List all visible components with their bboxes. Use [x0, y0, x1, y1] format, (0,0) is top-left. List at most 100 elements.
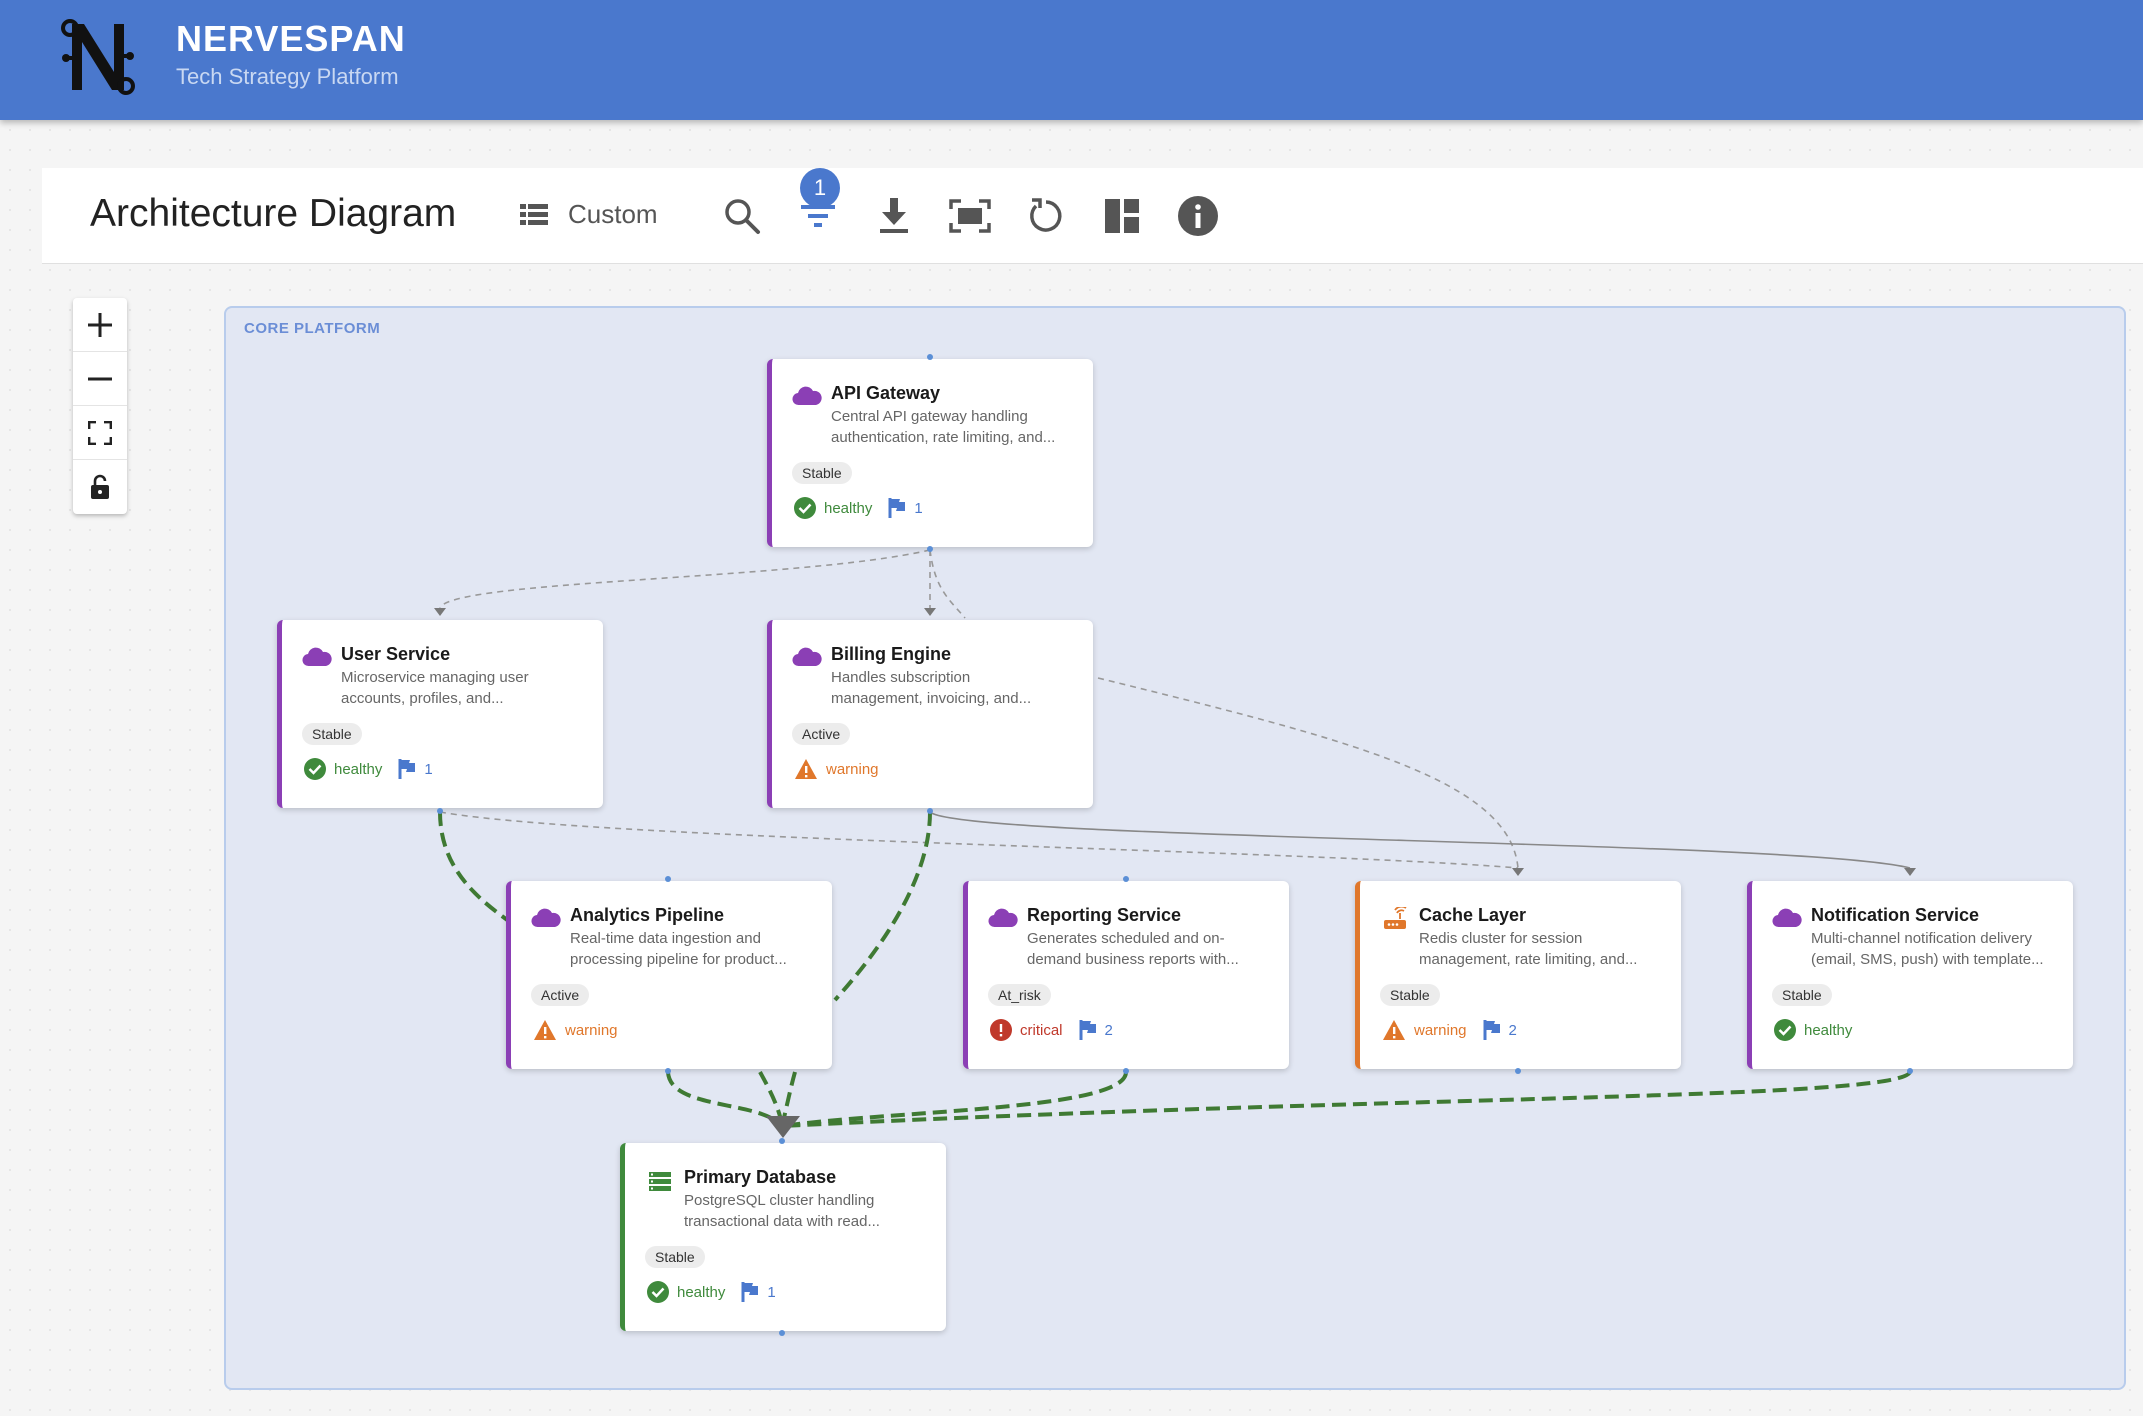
flag-count[interactable]: 1 — [398, 759, 433, 779]
cloud-icon — [792, 647, 822, 667]
node-desc-line: demand business reports with... — [1027, 951, 1239, 968]
download-button[interactable] — [868, 190, 920, 242]
flag-icon — [888, 498, 906, 518]
search-button[interactable] — [716, 190, 768, 242]
flag-count-value: 2 — [1104, 1021, 1113, 1039]
fit-view-button[interactable] — [73, 406, 127, 460]
status-label: warning — [826, 760, 879, 778]
fullscreen-icon — [88, 420, 112, 445]
node-desc-line: Generates scheduled and on- — [1027, 930, 1225, 947]
node-user-service[interactable]: User Service Microservice managing user … — [277, 620, 603, 808]
node-desc-line: transactional data with read... — [684, 1213, 880, 1230]
node-notification-service[interactable]: Notification Service Multi-channel notif… — [1747, 881, 2073, 1069]
connection-port[interactable] — [779, 1138, 785, 1144]
connection-port[interactable] — [927, 808, 933, 814]
check-circle-icon — [647, 1281, 669, 1303]
search-icon — [725, 199, 760, 234]
node-title: Analytics Pipeline — [570, 905, 725, 925]
filter-count-badge: 1 — [800, 168, 840, 208]
app-header: NERVESPAN Tech Strategy Platform — [0, 0, 2143, 120]
health-status: healthy — [1774, 1019, 1852, 1041]
flag-icon — [741, 1282, 759, 1302]
lock-toggle-button[interactable] — [73, 460, 127, 514]
node-description: Generates scheduled and on- demand busin… — [1027, 928, 1279, 970]
status-label: warning — [1414, 1021, 1467, 1039]
lifecycle-tag: Stable — [645, 1246, 705, 1268]
node-reporting-service[interactable]: Reporting Service Generates scheduled an… — [963, 881, 1289, 1069]
node-desc-line: processing pipeline for product... — [570, 951, 787, 968]
flag-icon — [398, 759, 416, 779]
node-description: Redis cluster for session management, ra… — [1419, 928, 1671, 970]
connection-port[interactable] — [665, 1068, 671, 1074]
node-api-gateway[interactable]: API Gateway Central API gateway handling… — [767, 359, 1093, 547]
flag-count-value: 2 — [1508, 1021, 1517, 1039]
node-primary-database[interactable]: Primary Database PostgreSQL cluster hand… — [620, 1143, 946, 1331]
node-cache-layer[interactable]: Cache Layer Redis cluster for session ma… — [1355, 881, 1681, 1069]
router-icon — [1384, 907, 1407, 929]
nervespan-logo-icon[interactable] — [58, 18, 138, 96]
page-title: Architecture Diagram — [90, 192, 457, 235]
error-icon — [990, 1019, 1012, 1041]
warning-icon — [795, 759, 817, 779]
dashboard-layout-icon — [1105, 199, 1139, 233]
flag-count[interactable]: 1 — [741, 1282, 776, 1302]
health-status: warning 2 — [1382, 1019, 1517, 1041]
flag-icon — [1079, 1020, 1096, 1040]
view-selector[interactable]: Custom — [520, 190, 670, 238]
node-desc-line: Central API gateway handling — [831, 408, 1028, 425]
connection-port[interactable] — [1907, 1068, 1913, 1074]
zoom-in-button[interactable] — [73, 298, 127, 352]
group-label: CORE PLATFORM — [244, 320, 381, 337]
node-description: PostgreSQL cluster handling transactiona… — [684, 1190, 936, 1232]
node-title: Primary Database — [684, 1167, 837, 1187]
cloud-icon — [988, 908, 1018, 928]
warning-icon — [534, 1020, 556, 1040]
node-desc-line: Handles subscription — [831, 669, 971, 686]
info-button[interactable] — [1172, 190, 1224, 242]
lifecycle-tag: Stable — [792, 462, 852, 484]
plus-icon — [88, 312, 112, 337]
connection-port[interactable] — [1123, 876, 1129, 882]
flag-count[interactable]: 2 — [1079, 1020, 1113, 1040]
node-desc-line: Redis cluster for session — [1419, 930, 1583, 947]
node-desc-line: management, invoicing, and... — [831, 690, 1032, 707]
check-circle-icon — [794, 497, 816, 519]
reset-button[interactable] — [1020, 190, 1072, 242]
layout-button[interactable] — [1096, 190, 1148, 242]
lifecycle-tag: Stable — [302, 723, 362, 745]
health-status: healthy 1 — [794, 497, 923, 519]
connection-port[interactable] — [927, 546, 933, 552]
zoom-out-button[interactable] — [73, 352, 127, 406]
node-title: Cache Layer — [1419, 905, 1527, 925]
node-desc-line: PostgreSQL cluster handling — [684, 1192, 875, 1209]
flag-count[interactable]: 1 — [888, 498, 923, 518]
diagram-toolbar: Architecture Diagram Custom 1 — [42, 168, 2143, 264]
core-platform-group: CORE PLATFORM — [224, 306, 2126, 1390]
connection-port[interactable] — [927, 354, 933, 360]
node-description: Multi-channel notification delivery (ema… — [1811, 928, 2063, 970]
node-title: Notification Service — [1811, 905, 1980, 925]
flag-count-value: 1 — [424, 760, 433, 778]
node-analytics-pipeline[interactable]: Analytics Pipeline Real-time data ingest… — [506, 881, 832, 1069]
lifecycle-tag: Stable — [1380, 984, 1440, 1006]
connection-port[interactable] — [1123, 1068, 1129, 1074]
connection-port[interactable] — [665, 876, 671, 882]
node-desc-line: authentication, rate limiting, and... — [831, 429, 1056, 446]
health-status: warning — [794, 758, 879, 780]
lifecycle-tag: Active — [792, 723, 851, 745]
flag-count-value: 1 — [914, 499, 923, 517]
flag-count[interactable]: 2 — [1483, 1020, 1517, 1040]
fit-screen-button[interactable] — [944, 190, 996, 242]
node-title: Billing Engine — [831, 644, 951, 664]
storage-icon — [649, 1172, 671, 1191]
node-description: Real-time data ingestion and processing … — [570, 928, 822, 970]
node-title: API Gateway — [831, 383, 941, 403]
connection-port[interactable] — [779, 1330, 785, 1336]
flag-icon — [1483, 1020, 1500, 1040]
warning-icon — [1383, 1020, 1405, 1040]
connection-port[interactable] — [437, 808, 443, 814]
zoom-controls — [73, 298, 127, 514]
fit-screen-icon — [949, 199, 991, 233]
node-billing-engine[interactable]: Billing Engine Handles subscription mana… — [767, 620, 1093, 808]
connection-port[interactable] — [1515, 1068, 1521, 1074]
